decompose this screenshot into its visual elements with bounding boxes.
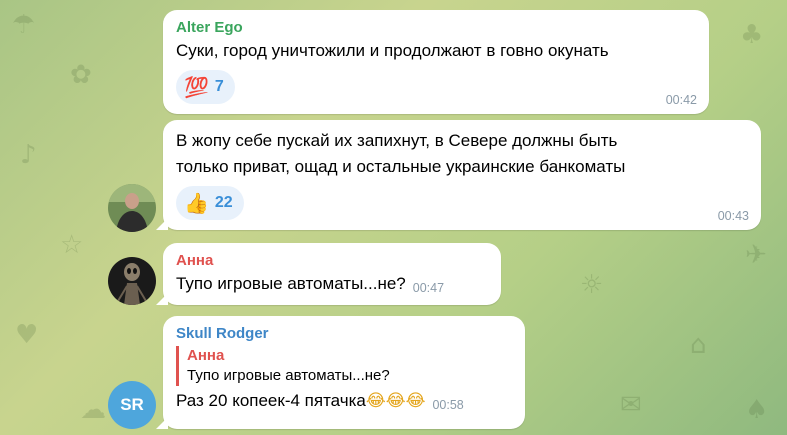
alien-figure-icon (108, 257, 156, 305)
wallpaper-doodle-icon: ♥ (15, 320, 39, 350)
wallpaper-doodle-icon: ✉ (620, 390, 642, 420)
reaction-badge[interactable]: 💯 7 (176, 70, 235, 104)
message-text-line: только приват, ощад и остальные украинск… (176, 157, 626, 176)
wallpaper-doodle-icon: ⌂ (690, 330, 707, 360)
user-photo-icon (108, 184, 156, 232)
message-text-row: Раз 20 копеек-4 пятачка😂😂😂 00:58 (176, 388, 512, 418)
reaction-count: 7 (214, 78, 224, 95)
message-bubble[interactable]: В жопу себе пускай их запихнут, в Севере… (156, 120, 761, 230)
laughing-tears-icon: 😂😂😂 (365, 391, 426, 411)
avatar[interactable] (108, 184, 156, 232)
wallpaper-doodle-icon: ☼ (580, 270, 604, 300)
message-bubble[interactable]: Skull Rodger Анна Тупо игровые автоматы.… (156, 316, 525, 429)
message-text-row: Тупо игровые автоматы...не? 00:47 (176, 271, 488, 301)
sender-name[interactable]: Анна (176, 251, 488, 271)
reaction-count: 22 (214, 194, 233, 211)
message-text-line: В жопу себе пускай их запихнут, в Севере… (176, 131, 618, 150)
wallpaper-doodle-icon: ✿ (70, 60, 92, 90)
wallpaper-doodle-icon: ♠ (745, 395, 769, 425)
reply-text: Тупо игровые автоматы...не? (187, 367, 390, 384)
message-time: 00:42 (665, 93, 697, 107)
message-text: Суки, город уничтожили и продолжают в го… (176, 41, 609, 60)
message-text: Тупо игровые автоматы...не? (176, 274, 406, 293)
sender-name[interactable]: Alter Ego (176, 18, 696, 38)
reaction-badge[interactable]: 👍 22 (176, 186, 244, 220)
sender-name[interactable]: Skull Rodger (176, 324, 512, 344)
message-bubble[interactable]: Alter Ego Суки, город уничтожили и продо… (163, 10, 709, 114)
reply-quote[interactable]: Анна Тупо игровые автоматы...не? (176, 346, 512, 386)
thumbs-up-icon: 👍 (184, 191, 209, 215)
reply-sender-name: Анна (187, 347, 225, 364)
avatar-initials: SR (120, 395, 144, 414)
message-bubble[interactable]: Анна Тупо игровые автоматы...не? 00:47 (156, 243, 501, 305)
hundred-points-icon: 💯 (184, 75, 209, 99)
message-time: 00:47 (412, 281, 445, 295)
message-time: 00:43 (717, 209, 749, 223)
wallpaper-doodle-icon: ☆ (60, 230, 84, 260)
avatar[interactable] (108, 257, 156, 305)
wallpaper-doodle-icon: ☂ (12, 10, 36, 40)
avatar[interactable]: SR (108, 381, 156, 429)
message-text: Раз 20 копеек-4 пятачка (176, 391, 366, 410)
message-time: 00:58 (432, 398, 464, 412)
wallpaper-doodle-icon: ✈ (745, 240, 767, 270)
wallpaper-doodle-icon: ♣ (740, 20, 764, 50)
wallpaper-doodle-icon: ♪ (20, 140, 37, 170)
wallpaper-doodle-icon: ☁ (80, 395, 106, 425)
